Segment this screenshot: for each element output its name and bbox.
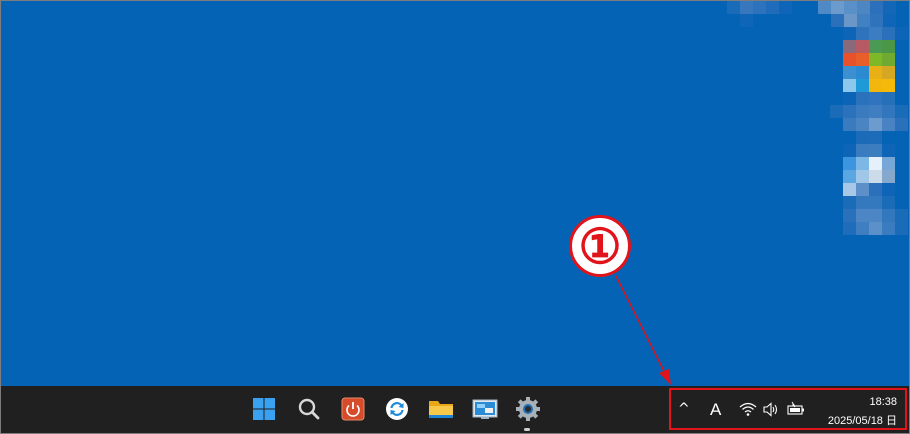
power-app-icon[interactable] [339,395,367,423]
settings-icon[interactable] [514,395,542,423]
annotation-marker: ① [569,215,631,277]
sync-icon[interactable] [383,395,411,423]
control-panel-icon[interactable] [471,395,499,423]
search-icon[interactable] [295,395,323,423]
desktop[interactable]: ① [1,1,909,386]
annotation-number: ① [578,219,622,275]
active-app-indicator [524,428,530,431]
tray-highlight-box [669,388,907,430]
file-explorer-icon[interactable] [427,395,455,423]
annotation-arrow [615,275,671,385]
start-icon[interactable] [250,395,278,423]
screenshot-frame: ① ^ A 18:38 2025/05/18 日 [0,0,910,434]
